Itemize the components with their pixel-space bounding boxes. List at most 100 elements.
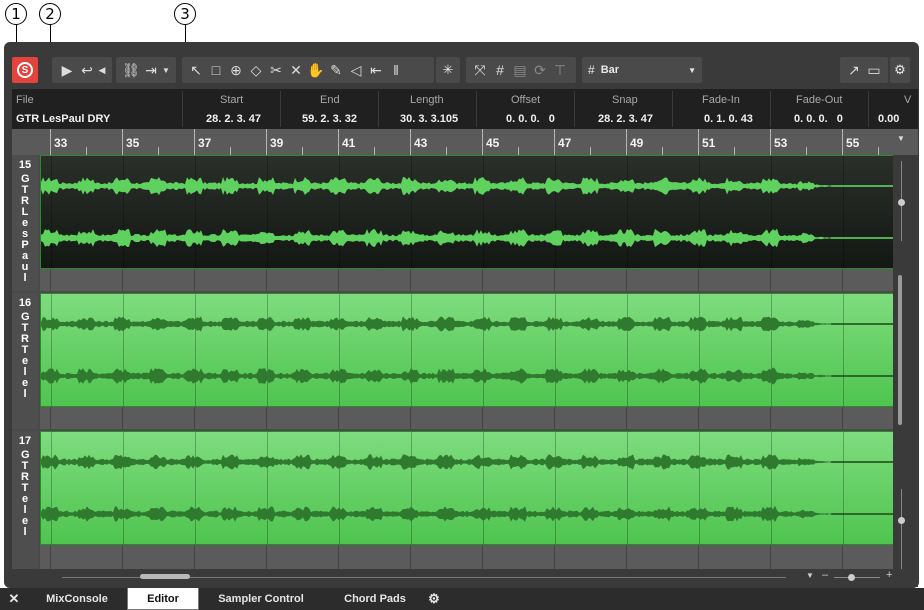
split-icon[interactable]: ✂: [266, 59, 286, 81]
triangle-left-icon[interactable]: ◀: [97, 59, 107, 81]
timewarp-icon[interactable]: ⇤: [366, 59, 386, 81]
chevron-down-icon[interactable]: ▼: [161, 59, 171, 81]
info-value: 59. 2. 3. 32: [302, 113, 358, 125]
mute-icon[interactable]: ✕: [286, 59, 306, 81]
tab-sampler-control[interactable]: Sampler Control: [206, 588, 316, 610]
scroll-follow-icon[interactable]: ⇥: [141, 59, 161, 81]
track-header[interactable]: 16 GTR Tele l: [12, 293, 38, 429]
object-select-icon[interactable]: ↖: [186, 59, 206, 81]
panel-icon[interactable]: ▭: [864, 59, 884, 81]
grid-line: [50, 407, 51, 429]
ruler-bar-label: 37: [198, 136, 212, 150]
tab-chord-pads[interactable]: Chord Pads: [330, 588, 420, 610]
grid-line: [482, 407, 483, 429]
grid-line: [338, 407, 339, 429]
ruler-bar-label: 51: [702, 136, 716, 150]
link-icon[interactable]: ⛓: [121, 59, 141, 81]
track-name: GTR Tele l: [21, 449, 30, 538]
ruler-tick: [770, 129, 771, 155]
vertical-zoom-slider-knob[interactable]: [898, 517, 905, 524]
loop-icon[interactable]: ↩: [77, 59, 97, 81]
hitpoints-icon[interactable]: ‖: [386, 59, 406, 81]
open-window-icon[interactable]: ↗: [844, 59, 864, 81]
audio-clip[interactable]: [40, 431, 894, 545]
ruler-minor-tick: [878, 147, 879, 155]
info-field-offset[interactable]: Offset 0. 0. 0. 0: [476, 89, 574, 129]
ruler[interactable]: 33 35 37 39 41 43 45 47 49 51 53 55: [12, 129, 918, 155]
audio-clip[interactable]: [40, 155, 894, 269]
waveform: [41, 454, 893, 523]
lane-gap: [40, 269, 894, 291]
ruler-bar-label: 53: [774, 136, 788, 150]
audio-clip[interactable]: [40, 293, 894, 407]
grid-line: [50, 269, 51, 291]
waveform-channel: [41, 454, 893, 470]
range-select-icon[interactable]: □: [206, 59, 226, 81]
free-warp-button[interactable]: ✳: [436, 57, 460, 83]
ruler-minor-tick: [590, 147, 591, 155]
draw-icon[interactable]: ✎: [326, 59, 346, 81]
horizontal-scroll-thumb[interactable]: [140, 574, 190, 579]
info-field-length[interactable]: Length 30. 3. 3.105: [378, 89, 476, 129]
callout-2: 2: [39, 3, 61, 25]
ruler-bar-label: 45: [486, 136, 500, 150]
zoom-out-icon[interactable]: –: [822, 569, 828, 581]
info-field-start[interactable]: Start 28. 2. 3. 47: [182, 89, 280, 129]
erase-icon[interactable]: ◇: [246, 59, 266, 81]
tab-mixconsole[interactable]: MixConsole: [28, 588, 126, 610]
settings-button[interactable]: ⚙: [890, 57, 910, 83]
zoom-icon[interactable]: ⊕: [226, 59, 246, 81]
ruler-tick: [266, 129, 267, 155]
hand-icon[interactable]: ✋: [306, 59, 326, 81]
info-field-snap[interactable]: Snap 28. 2. 3. 47: [574, 89, 672, 129]
grid-line: [698, 545, 699, 569]
track-number: 17: [18, 435, 32, 447]
gear-icon[interactable]: ⚙: [424, 588, 444, 610]
info-value: 0. 1. 0. 43: [704, 113, 753, 125]
info-field-fade-in[interactable]: Fade-In 0. 1. 0. 43: [672, 89, 770, 129]
track-header[interactable]: 15 GTR LesPaul: [12, 155, 38, 291]
snap-icon[interactable]: ⤧: [470, 59, 490, 81]
zoom-in-icon[interactable]: +: [886, 569, 892, 581]
info-field-fade-out[interactable]: Fade-Out 0. 0. 0. 0: [770, 89, 868, 129]
free-warp-icon: ✳: [442, 62, 454, 77]
lanes-area[interactable]: 15 GTR LesPaul 16 GTR Tele l 17 GTR Tele l: [12, 155, 894, 569]
horizontal-zoom-knob[interactable]: [848, 574, 855, 581]
close-icon[interactable]: ✕: [4, 588, 24, 610]
info-label: Fade-In: [702, 94, 740, 106]
horizontal-scrollbar[interactable]: ▼ – +: [12, 569, 918, 587]
grid-line: [194, 407, 195, 429]
ruler-minor-tick: [230, 147, 231, 155]
info-field-file[interactable]: File GTR LesPaul DRY: [12, 89, 182, 129]
audition-icon[interactable]: ◁: [346, 59, 366, 81]
grid-line: [194, 269, 195, 291]
pin-icon[interactable]: ⊤: [550, 59, 570, 81]
grid-line: [626, 545, 627, 569]
quantize-icon[interactable]: ⟳: [530, 59, 550, 81]
snap-to-zero-icon[interactable]: ▤: [510, 59, 530, 81]
waveform: [41, 316, 893, 385]
settings-icon: ⚙: [894, 62, 906, 77]
info-value: 28. 2. 3. 47: [598, 113, 654, 125]
vertical-scrollbar[interactable]: ▼: [893, 130, 911, 595]
grid-line: [410, 545, 411, 569]
track-header[interactable]: 17 GTR Tele l: [12, 431, 38, 569]
grid-icon[interactable]: #: [490, 59, 510, 81]
chevron-down-icon[interactable]: ▼: [806, 571, 814, 580]
snap-type-select[interactable]: # Bar ▼: [582, 57, 702, 83]
info-field-volume[interactable]: V 0.00: [868, 89, 918, 129]
ruler-tick: [626, 129, 627, 155]
vertical-zoom-knob[interactable]: [898, 199, 905, 206]
tab-editor[interactable]: Editor: [127, 588, 199, 610]
info-label: Length: [410, 94, 444, 106]
play-icon[interactable]: ▶: [57, 59, 77, 81]
info-label: Start: [220, 94, 244, 106]
ruler-menu-button[interactable]: ▼: [894, 130, 908, 146]
solo-button[interactable]: S: [12, 57, 38, 83]
track-number: 16: [18, 297, 32, 309]
vertical-zoom-slider[interactable]: [901, 489, 902, 579]
toolbar: S ▶ ↩ ◀ ⛓ ⇥ ▼ ↖ □ ⊕ ◇ ✂ ✕ ✋ ✎ ◁ ⇤ ‖ ✳ ⤧ …: [12, 57, 910, 84]
vertical-scroll-thumb[interactable]: [898, 275, 902, 425]
ruler-bar-label: 47: [558, 136, 572, 150]
info-field-end[interactable]: End 59. 2. 3. 32: [280, 89, 378, 129]
